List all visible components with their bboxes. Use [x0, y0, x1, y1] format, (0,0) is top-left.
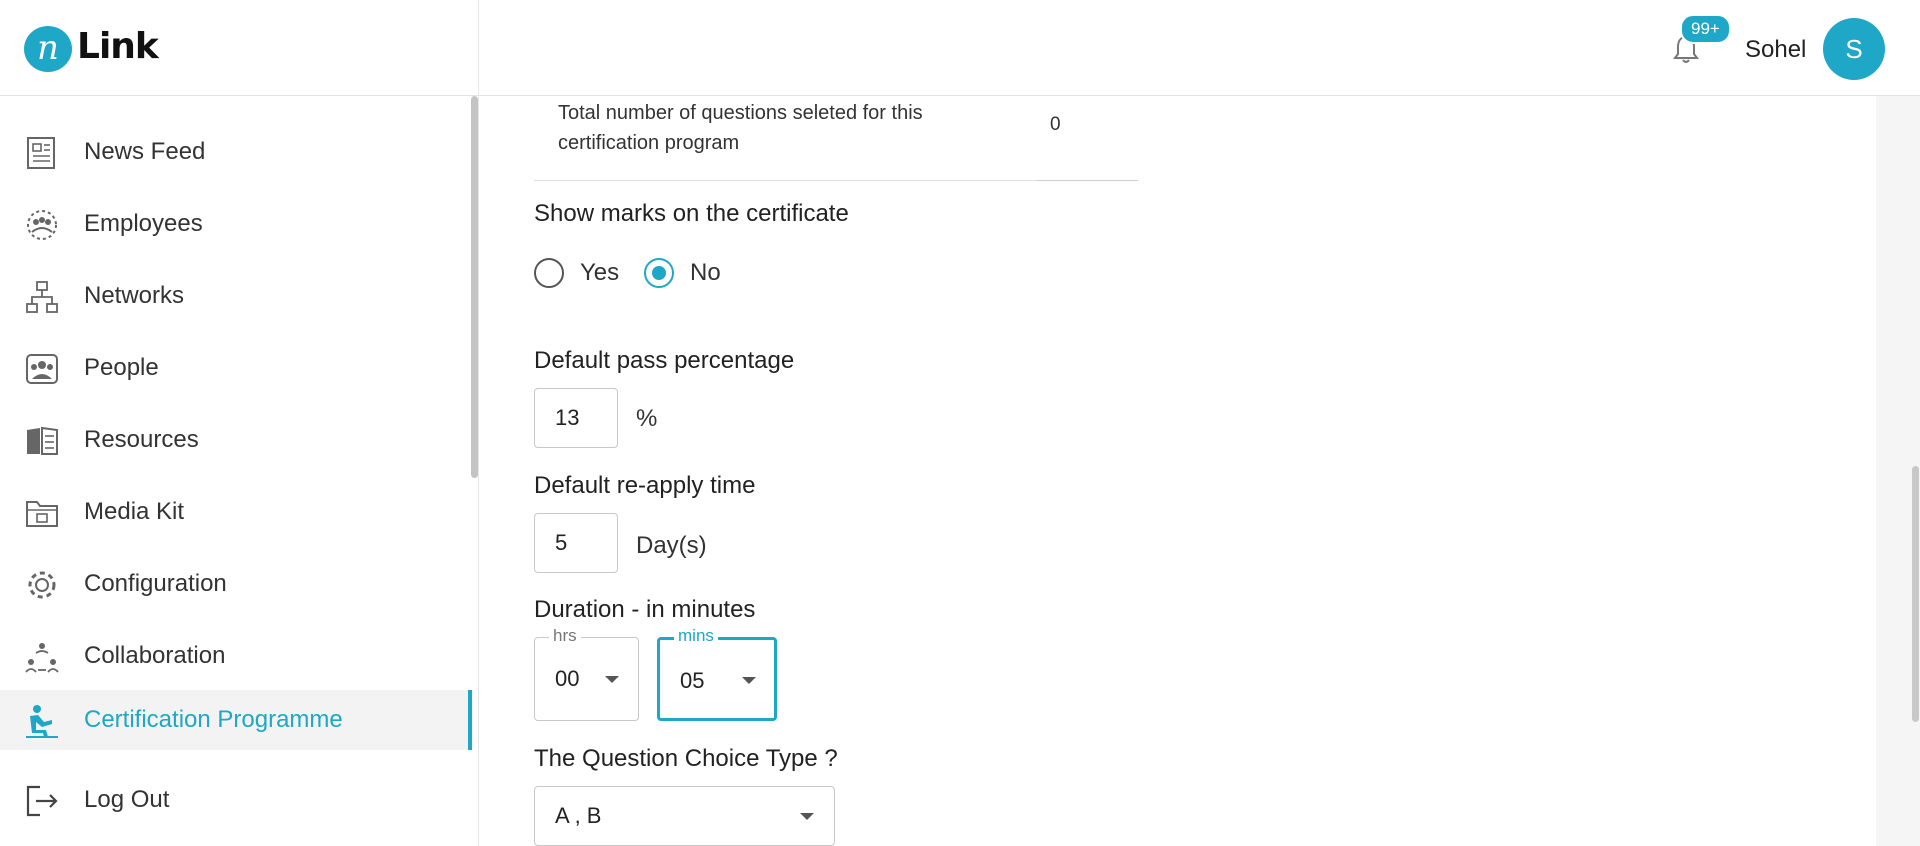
sidebar-item-media-kit[interactable]: Media Kit [0, 476, 472, 548]
pass-percentage-input[interactable]: 13 [534, 388, 618, 448]
sidebar-item-networks[interactable]: Networks [0, 260, 472, 332]
radio-no[interactable] [644, 258, 674, 288]
employees-icon [27, 210, 57, 240]
sidebar-item-configuration[interactable]: Configuration [0, 548, 472, 620]
certification-icon [26, 705, 58, 738]
radio-no-label[interactable]: No [690, 259, 721, 287]
sidebar-item-label: Employees [84, 210, 203, 237]
radio-yes[interactable] [534, 258, 564, 288]
choice-type-value: A , B [555, 803, 602, 828]
show-marks-label: Show marks on the certificate [534, 200, 849, 227]
sidebar-item-label: Networks [84, 282, 185, 309]
top-header: n Link 99+ Sohel S [0, 0, 1920, 96]
avatar[interactable]: S [1823, 18, 1885, 80]
network-icon [26, 281, 58, 313]
question-count-value: 0 [1050, 114, 1061, 135]
gear-icon [28, 571, 56, 599]
chevron-down-icon [605, 676, 619, 683]
radio-yes-label[interactable]: Yes [580, 259, 619, 287]
logo-area: n Link [0, 0, 479, 96]
sidebar-item-label: Log Out [84, 786, 170, 813]
sidebar-item-label: Configuration [84, 570, 227, 597]
sidebar-scrollbar[interactable] [471, 96, 478, 478]
choice-type-select[interactable]: A , B [534, 786, 835, 846]
sidebar-item-label: Media Kit [84, 498, 185, 525]
duration-label: Duration - in minutes [534, 596, 756, 623]
reapply-time-input[interactable]: 5 [534, 513, 618, 573]
collaboration-icon [25, 643, 59, 673]
divider [534, 180, 1036, 181]
sidebar-item-label: Collaboration [84, 642, 226, 669]
sidebar-item-label: Resources [84, 426, 199, 453]
hours-select[interactable]: hrs 00 [534, 626, 639, 721]
pass-percentage-label: Default pass percentage [534, 347, 795, 374]
sidebar-item-collaboration[interactable]: Collaboration [0, 620, 472, 692]
hours-legend: hrs [549, 626, 581, 646]
sidebar-item-log-out[interactable]: Log Out [0, 764, 472, 836]
sidebar-item-employees[interactable]: Employees [0, 188, 472, 260]
choice-type-label: The Question Choice Type ? [534, 745, 838, 772]
sidebar-item-label: People [84, 354, 159, 381]
percent-unit: % [636, 405, 658, 432]
question-count-label: Total number of questions seleted for th… [558, 102, 923, 154]
question-count-row: Total number of questions seleted for th… [534, 96, 1138, 181]
user-name[interactable]: Sohel [1745, 36, 1806, 64]
minutes-legend: mins [674, 626, 718, 646]
hours-value: 00 [555, 666, 580, 691]
divider [1036, 180, 1138, 181]
page-scrollbar[interactable] [1912, 466, 1919, 722]
chevron-down-icon [742, 677, 756, 684]
sidebar-item-certification-programme[interactable]: Certification Programme [0, 690, 472, 750]
sidebar-item-news-feed[interactable]: News Feed [0, 116, 472, 188]
media-folder-icon [26, 501, 58, 527]
minutes-value: 05 [680, 668, 705, 693]
newspaper-icon [27, 137, 55, 169]
sidebar-item-label: Certification Programme [84, 706, 343, 733]
logo-text[interactable]: Link [77, 26, 159, 67]
sidebar-item-label: News Feed [84, 138, 206, 165]
days-unit: Day(s) [636, 532, 707, 559]
logout-icon [26, 785, 58, 817]
chevron-down-icon [800, 813, 814, 820]
book-icon [27, 426, 58, 455]
sidebar: News Feed Employees Networks People Reso… [0, 96, 479, 846]
sidebar-item-resources[interactable]: Resources [0, 404, 472, 476]
minutes-select[interactable]: mins 05 [657, 626, 777, 721]
reapply-time-label: Default re-apply time [534, 472, 756, 499]
people-icon [26, 354, 58, 384]
notification-badge: 99+ [1680, 14, 1731, 44]
sidebar-item-people[interactable]: People [0, 332, 472, 404]
logo-mark[interactable]: n [24, 26, 72, 72]
